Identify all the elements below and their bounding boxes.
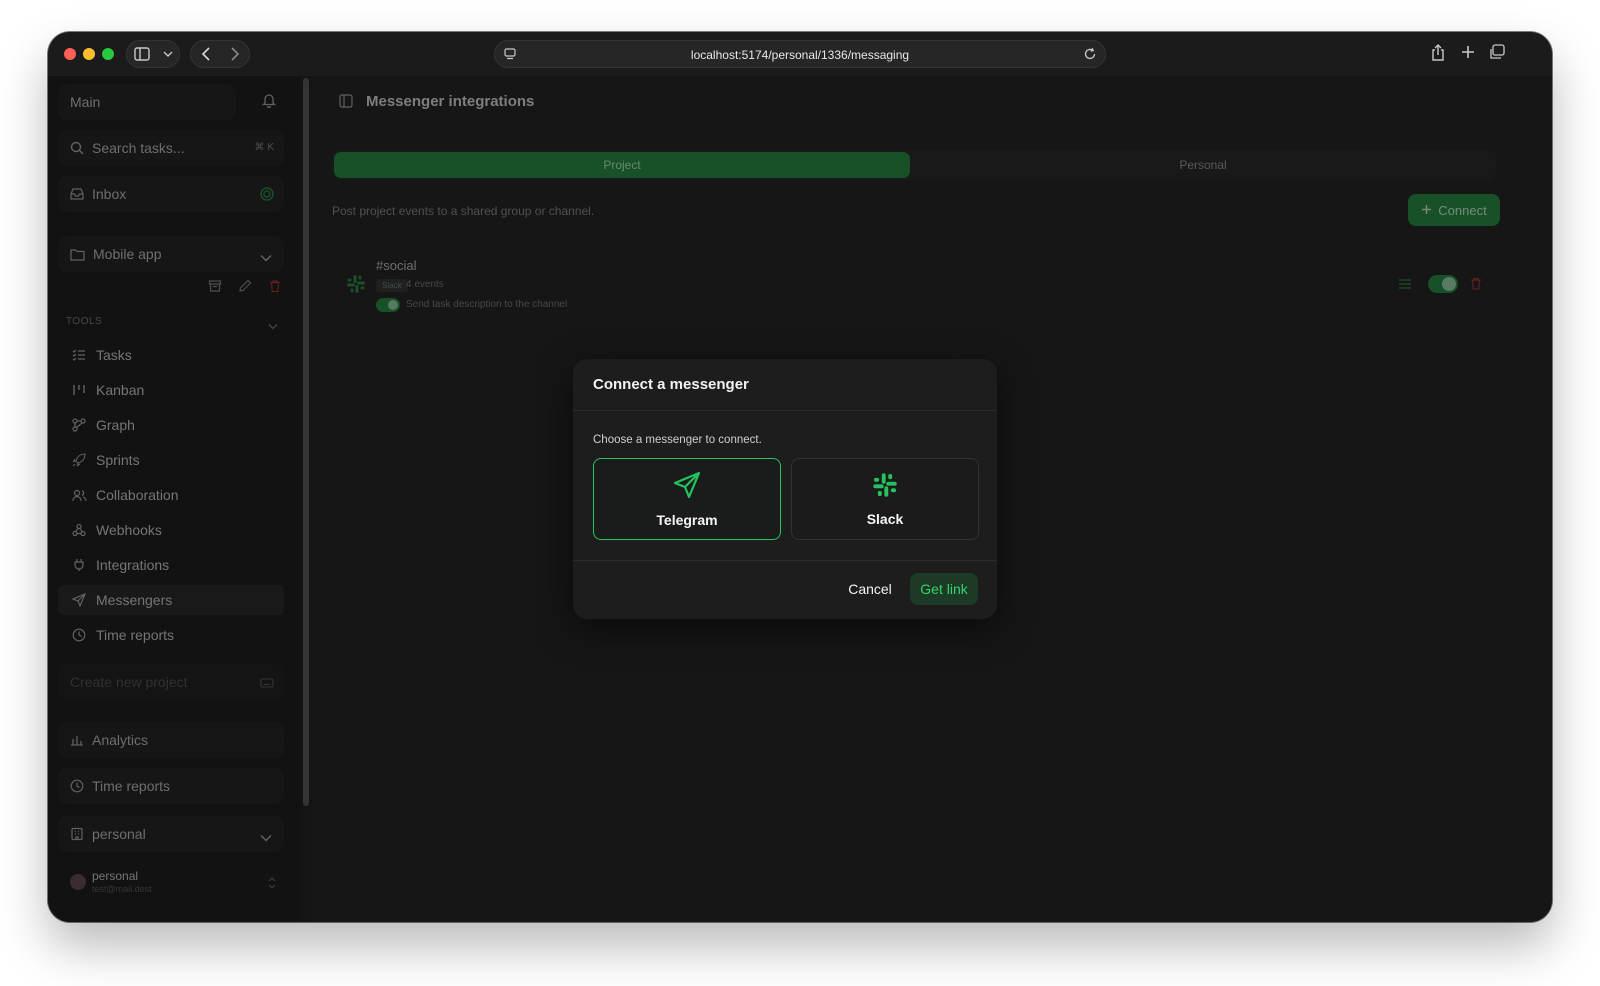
divider bbox=[573, 410, 997, 411]
reload-icon[interactable] bbox=[1083, 47, 1097, 66]
telegram-send-icon bbox=[673, 471, 701, 504]
sidebar-toggle-group[interactable] bbox=[126, 40, 180, 68]
browser-window: localhost:5174/personal/1336/messaging M… bbox=[48, 32, 1552, 922]
get-link-button[interactable]: Get link bbox=[910, 573, 978, 605]
dialog-description: Choose a messenger to connect. bbox=[593, 434, 762, 446]
share-icon[interactable] bbox=[1430, 44, 1446, 67]
minimize-window-button[interactable] bbox=[83, 48, 95, 60]
tab-overview-icon[interactable] bbox=[1489, 44, 1505, 65]
cancel-button[interactable]: Cancel bbox=[837, 573, 903, 605]
slack-icon bbox=[872, 472, 898, 503]
chevron-down-icon[interactable] bbox=[163, 50, 173, 58]
back-arrow-icon[interactable] bbox=[201, 47, 211, 61]
close-window-button[interactable] bbox=[64, 48, 76, 60]
browser-titlebar: localhost:5174/personal/1336/messaging bbox=[48, 32, 1552, 76]
maximize-window-button[interactable] bbox=[102, 48, 114, 60]
option-label: Slack bbox=[866, 510, 904, 527]
url-text[interactable]: localhost:5174/personal/1336/messaging bbox=[495, 48, 1105, 62]
telegram-option[interactable]: Telegram bbox=[593, 458, 781, 540]
dialog-title: Connect a messenger bbox=[593, 376, 749, 393]
address-bar[interactable]: localhost:5174/personal/1336/messaging bbox=[494, 40, 1106, 68]
option-label: Telegram bbox=[656, 511, 718, 528]
forward-arrow-icon[interactable] bbox=[230, 47, 240, 61]
connect-messenger-dialog: Connect a messenger Choose a messenger t… bbox=[573, 359, 997, 619]
slack-option[interactable]: Slack bbox=[791, 458, 979, 540]
divider bbox=[573, 560, 997, 561]
sidebar-toggle-icon[interactable] bbox=[133, 47, 150, 61]
new-tab-icon[interactable] bbox=[1460, 44, 1476, 65]
history-nav-group bbox=[190, 40, 250, 68]
